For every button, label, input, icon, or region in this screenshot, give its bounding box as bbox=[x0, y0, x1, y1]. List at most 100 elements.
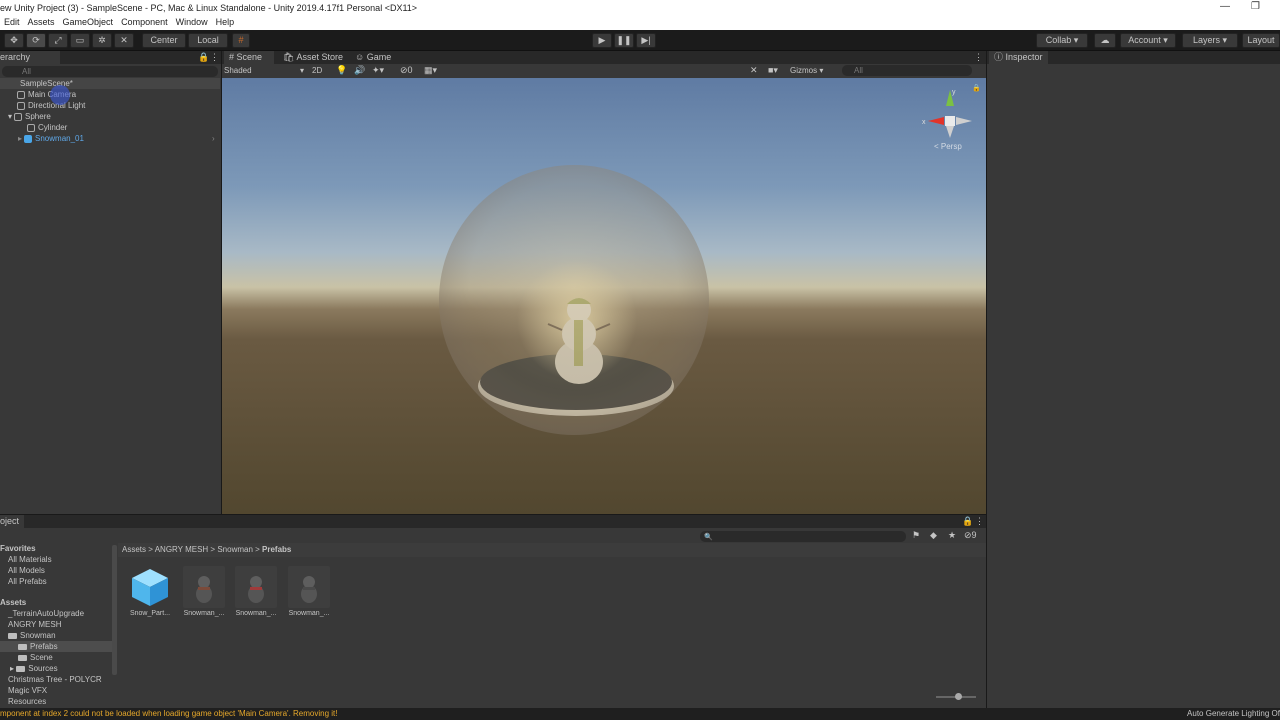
grid-snap-icon[interactable]: # bbox=[232, 33, 250, 48]
more-menu-icon[interactable]: ⋮ bbox=[974, 52, 983, 63]
shading-mode-dropdown[interactable]: Shaded ▾ bbox=[224, 65, 304, 77]
step-button[interactable]: ▶| bbox=[636, 33, 656, 48]
hidden-packages-icon[interactable]: ⊘9 bbox=[964, 530, 977, 541]
lock-icon[interactable]: 🔒 bbox=[962, 515, 973, 528]
collab-label: Collab ▾ bbox=[1045, 35, 1079, 45]
tree-item[interactable]: _TerrainAutoUpgrade bbox=[8, 609, 84, 618]
filter-label-icon[interactable]: ◆ bbox=[930, 530, 937, 541]
menu-gameobject[interactable]: GameObject bbox=[59, 16, 118, 29]
hierarchy-item-directional-light[interactable]: Directional Light bbox=[0, 100, 220, 111]
tree-item[interactable]: Resources bbox=[8, 697, 46, 706]
cloud-icon[interactable]: ☁ bbox=[1094, 33, 1116, 48]
breadcrumb-item[interactable]: Prefabs bbox=[262, 545, 291, 554]
restore-icon[interactable]: ❐ bbox=[1251, 0, 1260, 16]
scene-panel-header: # Scene 🛍 Asset Store ☺ Game ⋮ Shaded ▾ 2… bbox=[222, 51, 986, 78]
tree-item-prefabs[interactable]: Prefabs bbox=[0, 641, 112, 652]
status-message[interactable]: mponent at index 2 could not be loaded w… bbox=[0, 709, 337, 718]
grid-icon[interactable]: ▦▾ bbox=[424, 65, 437, 76]
tree-item-snowman[interactable]: Snowman bbox=[8, 631, 56, 640]
menu-assets[interactable]: Assets bbox=[24, 16, 59, 29]
scene-viewport[interactable]: x y < Persp 🔒 bbox=[222, 78, 986, 514]
favorite-star-icon[interactable]: ★ bbox=[948, 530, 956, 541]
account-dropdown[interactable]: Account ▾ bbox=[1120, 33, 1176, 48]
lighting-icon[interactable]: 💡 bbox=[336, 65, 347, 76]
asset-snowman-1[interactable] bbox=[183, 566, 225, 608]
favorite-item[interactable]: All Materials bbox=[8, 555, 52, 564]
transform-tool-icon[interactable]: ✲ bbox=[92, 33, 112, 48]
rect-tool-icon[interactable]: ▭ bbox=[70, 33, 90, 48]
lock-icon[interactable]: 🔒 bbox=[198, 51, 209, 64]
tab-scene[interactable]: # Scene bbox=[224, 51, 274, 64]
minimize-icon[interactable]: — bbox=[1220, 0, 1230, 16]
expand-arrow-icon[interactable]: ▾ bbox=[8, 112, 12, 121]
gizmos-dropdown[interactable]: Gizmos ▾ bbox=[788, 65, 834, 77]
tab-inspector[interactable]: ⓘ Inspector bbox=[989, 51, 1048, 64]
hierarchy-item-cylinder[interactable]: Cylinder bbox=[0, 122, 220, 133]
menu-edit[interactable]: Edit bbox=[0, 16, 24, 29]
hidden-objects-icon[interactable]: ⊘0 bbox=[400, 65, 413, 76]
status-bar[interactable]: mponent at index 2 could not be loaded w… bbox=[0, 708, 1280, 720]
custom-tool-icon[interactable]: ✕ bbox=[114, 33, 134, 48]
cursor-highlight bbox=[50, 85, 70, 105]
window-title-bar: ew Unity Project (3) - SampleScene - PC,… bbox=[0, 0, 1280, 16]
effects-icon[interactable]: ✦▾ bbox=[372, 65, 384, 76]
collab-button[interactable]: Collab ▾ bbox=[1036, 33, 1088, 48]
tree-item-sources[interactable]: ▸ Sources bbox=[10, 664, 58, 673]
tab-asset-store[interactable]: 🛍 Asset Store bbox=[278, 51, 348, 64]
inspector-panel: ⓘ Inspector bbox=[987, 51, 1280, 708]
orientation-gizmo[interactable]: x y < Persp 🔒 bbox=[918, 84, 981, 156]
asset-snow-particle[interactable] bbox=[129, 566, 171, 608]
scene-row[interactable]: SampleScene* bbox=[0, 78, 220, 89]
favorite-item[interactable]: All Prefabs bbox=[8, 577, 47, 586]
breadcrumb-item[interactable]: Snowman bbox=[217, 545, 253, 554]
tab-project[interactable]: oject bbox=[0, 515, 25, 528]
tree-item[interactable]: Christmas Tree - POLYCR bbox=[8, 675, 102, 684]
tree-item[interactable]: Magic VFX bbox=[8, 686, 47, 695]
pivot-center-button[interactable]: Center bbox=[142, 33, 186, 48]
tree-scrollbar[interactable] bbox=[112, 545, 117, 675]
favorite-item[interactable]: All Models bbox=[8, 566, 45, 575]
rotate-tool-icon[interactable]: ⟳ bbox=[26, 33, 46, 48]
play-button[interactable]: ▶ bbox=[592, 33, 612, 48]
layers-dropdown[interactable]: Layers ▾ bbox=[1182, 33, 1238, 48]
project-tree: Favorites All Materials All Models All P… bbox=[0, 543, 118, 708]
move-tool-icon[interactable]: ✥ bbox=[4, 33, 24, 48]
project-search-input[interactable]: 🔍 bbox=[700, 531, 906, 542]
menu-window[interactable]: Window bbox=[172, 16, 212, 29]
hierarchy-search-input[interactable]: All bbox=[2, 66, 218, 77]
snowman-prefab-icon bbox=[301, 576, 317, 603]
pause-button[interactable]: ❚❚ bbox=[614, 33, 634, 48]
asset-snowman-2[interactable] bbox=[235, 566, 277, 608]
breadcrumb-item[interactable]: Assets bbox=[122, 545, 146, 554]
audio-icon[interactable]: 🔊 bbox=[354, 65, 365, 76]
asset-snowman-3[interactable] bbox=[288, 566, 330, 608]
folder-icon bbox=[8, 632, 17, 639]
layout-dropdown[interactable]: Layout bbox=[1242, 33, 1280, 48]
menu-help[interactable]: Help bbox=[212, 16, 239, 29]
tab-hierarchy[interactable]: erarchy bbox=[0, 51, 60, 64]
gizmo-lock-icon[interactable]: 🔒 bbox=[972, 84, 981, 92]
tools-icon[interactable]: ✕ bbox=[750, 65, 758, 76]
prefab-open-icon[interactable]: › bbox=[212, 133, 215, 144]
more-menu-icon[interactable]: ⋮ bbox=[210, 51, 219, 64]
filter-type-icon[interactable]: ⚑ bbox=[912, 530, 920, 541]
hidden-packages-count: 9 bbox=[971, 530, 977, 540]
tab-game[interactable]: ☺ Game bbox=[350, 51, 396, 64]
hierarchy-item-snowman[interactable]: ▸ Snowman_01 › bbox=[0, 133, 220, 144]
menu-component[interactable]: Component bbox=[117, 16, 172, 29]
breadcrumb-item[interactable]: ANGRY MESH bbox=[155, 545, 209, 554]
tree-item-label: Snowman bbox=[20, 631, 56, 640]
scale-tool-icon[interactable]: ⤢ bbox=[48, 33, 68, 48]
pivot-local-button[interactable]: Local bbox=[188, 33, 228, 48]
perspective-label[interactable]: < Persp bbox=[934, 142, 962, 151]
slider-thumb[interactable] bbox=[955, 693, 962, 700]
collapse-arrow-icon[interactable]: ▸ bbox=[18, 134, 22, 143]
tree-item-scene[interactable]: Scene bbox=[18, 653, 53, 662]
hierarchy-item-sphere[interactable]: ▾ Sphere bbox=[0, 111, 220, 122]
mode-2d-toggle[interactable]: 2D bbox=[312, 65, 328, 77]
hierarchy-item-main-camera[interactable]: Main Camera bbox=[0, 89, 220, 100]
scene-search-input[interactable]: All bbox=[842, 65, 972, 76]
camera-icon[interactable]: ■▾ bbox=[768, 65, 778, 76]
more-menu-icon[interactable]: ⋮ bbox=[975, 515, 984, 528]
tree-item[interactable]: ANGRY MESH bbox=[8, 620, 62, 629]
